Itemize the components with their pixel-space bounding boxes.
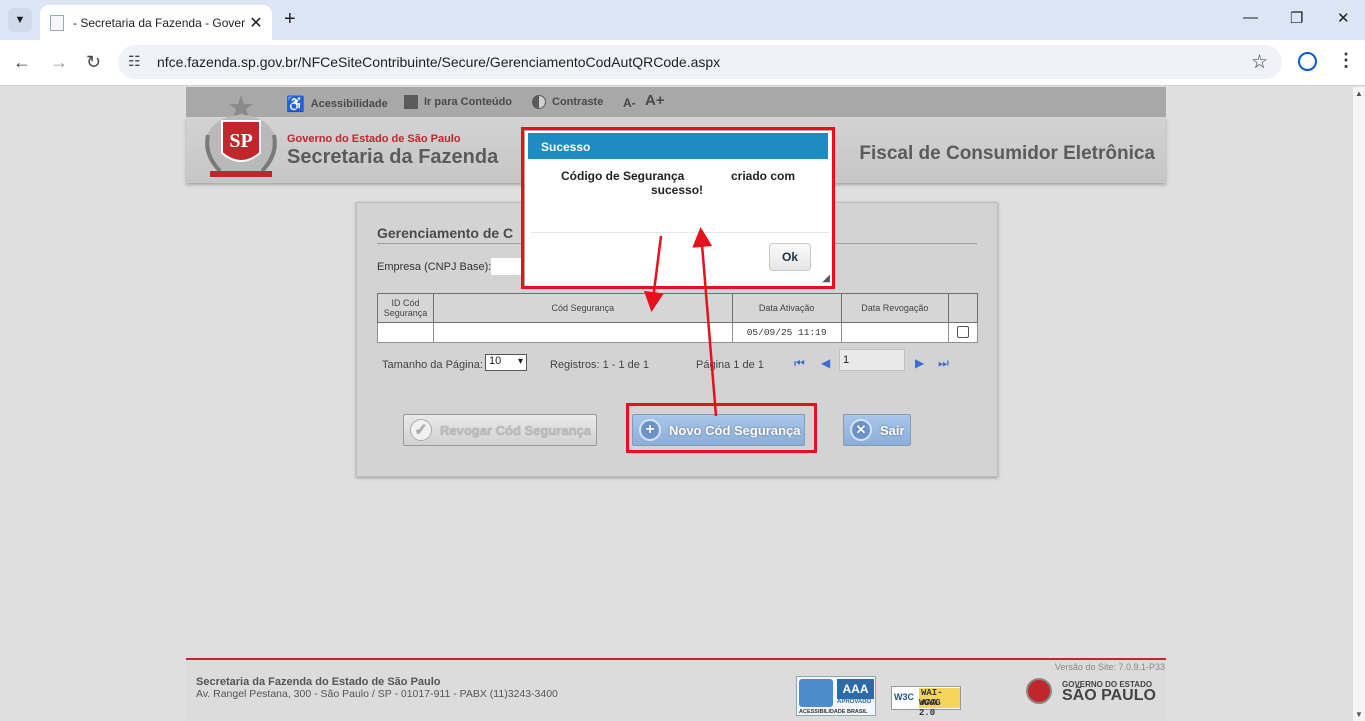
gov-logo-big: SÃO PAULO bbox=[1062, 687, 1156, 704]
contrast-link[interactable]: Contraste bbox=[532, 95, 603, 109]
browser-toolbar: ← → ↻ ☷ nfce.fazenda.sp.gov.br/NFCeSiteC… bbox=[0, 40, 1365, 86]
column-header-ativacao[interactable]: Data Ativação bbox=[731, 293, 842, 323]
badge-aprovado-text: APROVADO bbox=[837, 699, 872, 705]
font-increase-button[interactable]: A+ bbox=[645, 92, 665, 109]
cell-id bbox=[376, 322, 435, 343]
records-info: Registros: 1 - 1 de 1 bbox=[550, 359, 650, 371]
plus-icon: + bbox=[639, 419, 661, 441]
page-favicon-icon bbox=[50, 14, 64, 31]
panel-title: Gerenciamento de C bbox=[377, 225, 514, 241]
prev-page-icon[interactable]: ◀ bbox=[821, 356, 830, 370]
dialog-title[interactable]: Sucesso bbox=[528, 133, 828, 159]
sp-seal-icon bbox=[1026, 678, 1052, 704]
close-icon[interactable]: ✕ bbox=[246, 13, 266, 33]
ok-button[interactable]: Ok bbox=[769, 243, 811, 271]
row-checkbox[interactable] bbox=[956, 325, 969, 338]
contrast-label: Contraste bbox=[552, 96, 604, 108]
footer-address: Av. Rangel Pestana, 300 - São Paulo / SP… bbox=[196, 688, 558, 700]
window-close-icon[interactable]: ✕ bbox=[1337, 9, 1350, 27]
revogar-label: Revogar Cód Segurança bbox=[440, 422, 591, 438]
skip-content-label: Ir para Conteúdo bbox=[424, 96, 513, 108]
company-label: Empresa (CNPJ Base): bbox=[377, 261, 492, 273]
x-icon: ✕ bbox=[850, 419, 872, 441]
accessibility-badge[interactable]: AAA APROVADO ACESSIBILIDADE BRASIL bbox=[796, 676, 876, 716]
w3c-text: W3C bbox=[894, 692, 914, 702]
success-dialog: Sucesso Código de Segurança criado com s… bbox=[524, 130, 834, 287]
security-code-table: ID Cód Segurança Cód Segurança Data Ativ… bbox=[376, 293, 979, 343]
chevron-down-icon[interactable]: ▼ bbox=[8, 8, 32, 32]
contrast-icon bbox=[532, 95, 546, 109]
column-header-cod[interactable]: Cód Segurança bbox=[433, 293, 733, 323]
pager: Tamanho da Página: 10 Registros: 1 - 1 d… bbox=[382, 349, 962, 377]
plus-icon[interactable]: + bbox=[284, 8, 296, 31]
accessibility-label: Acessibilidade bbox=[310, 98, 388, 110]
scroll-down-icon[interactable]: ▼ bbox=[1355, 710, 1363, 719]
check-icon: ✓ bbox=[410, 419, 432, 441]
star-icon[interactable]: ☆ bbox=[1251, 51, 1268, 74]
accessibility-tile-icon bbox=[799, 679, 833, 707]
dialog-divider bbox=[531, 232, 829, 233]
cell-select bbox=[947, 322, 979, 343]
gov-sp-logo[interactable]: GOVERNO DO ESTADO SÃO PAULO bbox=[1026, 676, 1158, 706]
profile-icon[interactable] bbox=[1298, 52, 1317, 71]
accessibility-icon: ♿ bbox=[286, 96, 305, 113]
menu-icon[interactable]: ⋮ bbox=[1337, 50, 1355, 71]
secretaria-title: Secretaria da Fazenda bbox=[287, 146, 499, 168]
page-info: Página 1 de 1 bbox=[696, 359, 764, 371]
browser-tab[interactable]: - Secretaria da Fazenda - Gover ✕ bbox=[40, 5, 272, 40]
cell-revogacao bbox=[840, 322, 949, 343]
sp-coat-of-arms-logo[interactable]: SP bbox=[202, 95, 280, 181]
cell-cod bbox=[433, 322, 733, 343]
novo-label: Novo Cód Segurança bbox=[669, 422, 801, 438]
document-icon bbox=[404, 95, 418, 109]
last-page-icon[interactable]: ⏭ bbox=[938, 356, 949, 371]
restore-icon[interactable]: ❐ bbox=[1290, 9, 1303, 27]
revogar-button[interactable]: ✓ Revogar Cód Segurança bbox=[403, 414, 597, 446]
next-page-icon[interactable]: ▶ bbox=[915, 356, 924, 370]
novo-button[interactable]: + Novo Cód Segurança bbox=[632, 414, 805, 446]
dialog-message-part2: criado com bbox=[731, 169, 796, 183]
browser-tabbar: ▼ - Secretaria da Fazenda - Gover ✕ + — … bbox=[0, 0, 1365, 40]
footer-name: Secretaria da Fazenda do Estado de São P… bbox=[196, 676, 441, 688]
dialog-message-part3: sucesso! bbox=[651, 183, 704, 197]
page-size-select[interactable]: 10 bbox=[485, 354, 527, 371]
badge-acess-text: ACESSIBILIDADE BRASIL bbox=[799, 709, 868, 715]
accessibility-bar: ♿ Acessibilidade Ir para Conteúdo Contra… bbox=[186, 87, 1166, 117]
badge-aaa-text: AAA bbox=[837, 679, 874, 699]
cell-ativacao: 05/09/25 11:19 bbox=[731, 322, 842, 343]
resize-icon[interactable]: ◢ bbox=[822, 273, 830, 284]
tab-title: - Secretaria da Fazenda - Gover bbox=[73, 15, 246, 30]
site-info-icon[interactable]: ☷ bbox=[128, 53, 141, 70]
back-icon[interactable]: ← bbox=[13, 52, 31, 73]
skip-content-link[interactable]: Ir para Conteúdo bbox=[404, 95, 512, 109]
page-size-label: Tamanho da Página: bbox=[382, 359, 483, 371]
column-header-select bbox=[947, 293, 979, 323]
site-footer: Secretaria da Fazenda do Estado de São P… bbox=[186, 658, 1166, 721]
sair-button[interactable]: ✕ Sair bbox=[843, 414, 911, 446]
table-row[interactable]: 05/09/25 11:19 bbox=[376, 322, 979, 343]
url-text[interactable]: nfce.fazenda.sp.gov.br/NFCeSiteContribui… bbox=[157, 54, 720, 70]
svg-text:SP: SP bbox=[229, 130, 252, 152]
company-value bbox=[491, 258, 521, 275]
dialog-message-part1: Código de Segurança bbox=[561, 169, 685, 183]
forward-icon[interactable]: → bbox=[50, 52, 68, 73]
minimize-icon[interactable]: — bbox=[1243, 9, 1258, 26]
accessibility-link[interactable]: ♿ Acessibilidade bbox=[286, 95, 388, 113]
wcag-badge[interactable]: W3C WAI-AAA WCAG 2.0 bbox=[891, 686, 961, 718]
address-bar[interactable]: ☷ nfce.fazenda.sp.gov.br/NFCeSiteContrib… bbox=[118, 45, 1282, 79]
column-header-revogacao[interactable]: Data Revogação bbox=[840, 293, 949, 323]
page-scrollbar[interactable]: ▲ ▼ bbox=[1353, 87, 1365, 721]
sair-label: Sair bbox=[880, 422, 905, 438]
column-header-id[interactable]: ID Cód Segurança bbox=[376, 293, 435, 323]
font-decrease-button[interactable]: A- bbox=[623, 96, 636, 110]
first-page-icon[interactable]: ⏮ bbox=[794, 356, 805, 371]
scroll-up-icon[interactable]: ▲ bbox=[1355, 89, 1363, 98]
reload-icon[interactable]: ↻ bbox=[86, 52, 101, 73]
wcag-text: WCAG 2.0 bbox=[919, 698, 941, 718]
page-number-input[interactable]: 1 bbox=[839, 349, 905, 371]
nfce-title: Fiscal de Consumidor Eletrônica bbox=[859, 143, 1155, 164]
site-version: Versão do Site: 7.0.9.1-P33 bbox=[1054, 662, 1165, 672]
gov-title: Governo do Estado de São Paulo bbox=[287, 133, 461, 145]
